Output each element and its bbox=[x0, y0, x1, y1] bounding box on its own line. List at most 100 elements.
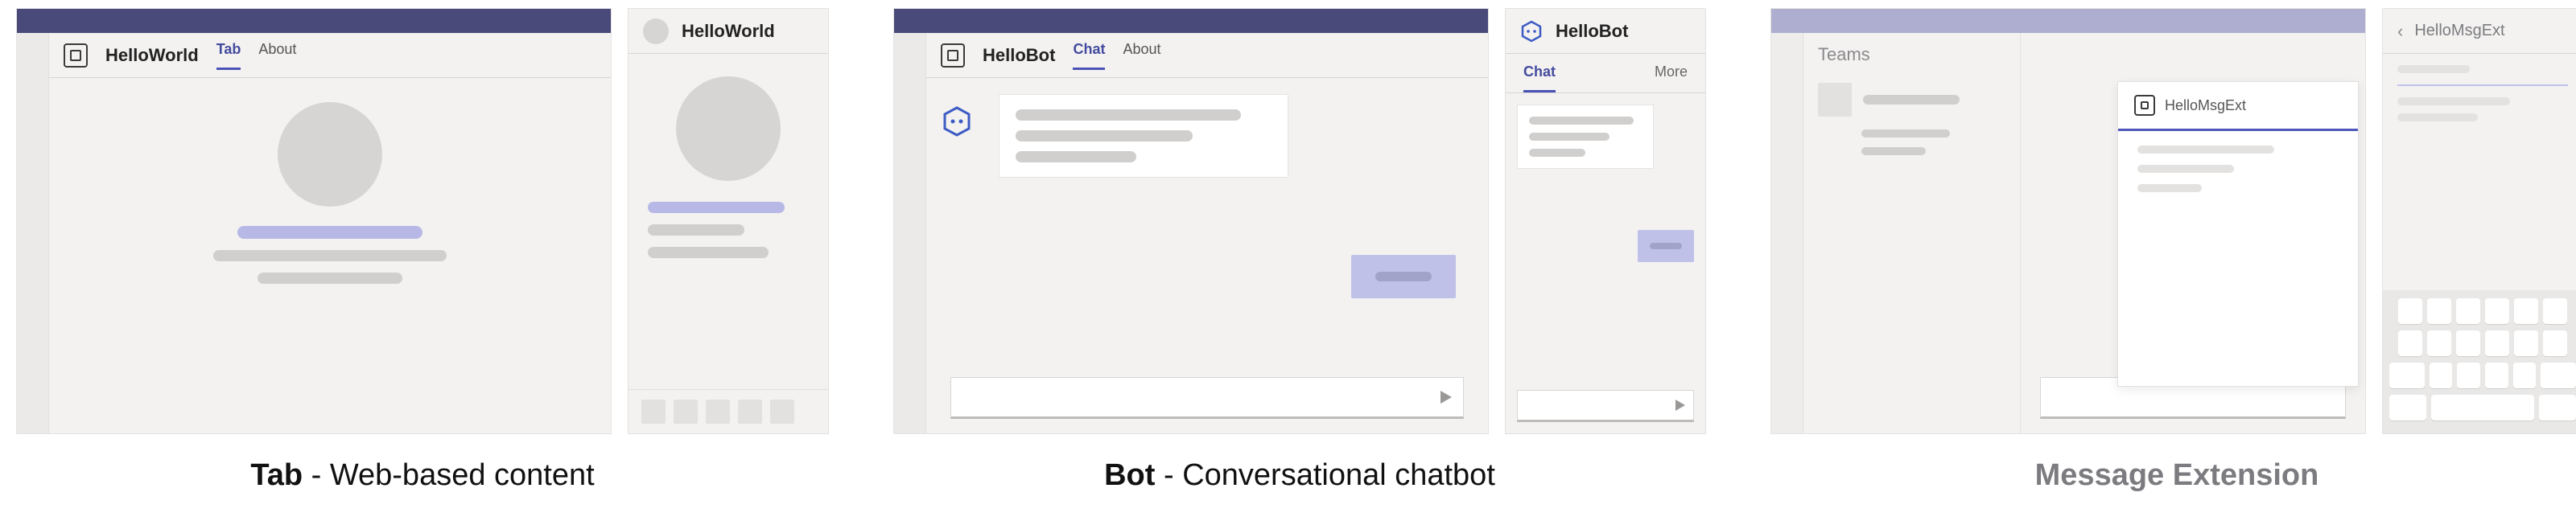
tab-about[interactable]: About bbox=[1123, 41, 1160, 70]
skeleton-line bbox=[1375, 272, 1432, 281]
skeleton-line bbox=[2397, 97, 2510, 105]
nav-tile[interactable] bbox=[738, 400, 762, 424]
content-area: HelloMsgExt bbox=[2021, 33, 2365, 433]
tab-mobile-header: HelloWorld bbox=[629, 9, 828, 54]
caption-rest: - Conversational chatbot bbox=[1155, 458, 1494, 492]
tab-tab[interactable]: Tab bbox=[216, 41, 241, 70]
bot-desktop-window: HelloBot Chat About bbox=[893, 8, 1489, 434]
caption-rest: - Web-based content bbox=[303, 458, 595, 492]
app-rail[interactable] bbox=[17, 33, 49, 433]
key[interactable] bbox=[2427, 330, 2451, 356]
tab-more[interactable]: More bbox=[1655, 54, 1688, 92]
group-tab: HelloWorld Tab About bbox=[16, 8, 829, 493]
skeleton-line bbox=[1529, 133, 1609, 141]
nav-tile[interactable] bbox=[674, 400, 698, 424]
bot-header: HelloBot Chat About bbox=[926, 33, 1488, 78]
tab-strip: Chat About bbox=[1073, 41, 1160, 70]
msgext-mobile-header: ‹ HelloMsgExt bbox=[2383, 9, 2576, 54]
user-message bbox=[1638, 230, 1694, 262]
key[interactable] bbox=[2543, 298, 2567, 324]
skeleton-line bbox=[1016, 130, 1193, 142]
tab-chat[interactable]: Chat bbox=[1523, 54, 1556, 92]
skeleton-line bbox=[648, 247, 769, 258]
key[interactable] bbox=[2543, 330, 2567, 356]
nav-tile[interactable] bbox=[641, 400, 666, 424]
tab-mobile-window: HelloWorld bbox=[628, 8, 829, 434]
spacebar[interactable] bbox=[2431, 395, 2534, 420]
caption-bold: Tab bbox=[250, 458, 303, 492]
key[interactable] bbox=[2430, 363, 2453, 388]
tab-desktop-window: HelloWorld Tab About bbox=[16, 8, 612, 434]
skeleton-line bbox=[2137, 146, 2274, 154]
bot-message bbox=[999, 94, 1288, 178]
skeleton-line bbox=[2137, 165, 2234, 173]
key[interactable] bbox=[2389, 395, 2426, 420]
send-icon[interactable] bbox=[1440, 391, 1452, 404]
key[interactable] bbox=[2485, 298, 2509, 324]
send-icon[interactable] bbox=[1675, 400, 1685, 411]
tab-chat[interactable]: Chat bbox=[1073, 41, 1105, 70]
key[interactable] bbox=[2514, 330, 2538, 356]
skeleton-line bbox=[2397, 113, 2478, 121]
app-name: HelloWorld bbox=[105, 45, 199, 66]
tab-about[interactable]: About bbox=[258, 41, 296, 70]
key[interactable] bbox=[2457, 363, 2480, 388]
app-icon bbox=[941, 43, 965, 68]
app-rail[interactable] bbox=[894, 33, 926, 433]
skeleton-line bbox=[1016, 151, 1136, 162]
skeleton-line bbox=[1863, 95, 1960, 105]
key[interactable] bbox=[2539, 395, 2576, 420]
list-item[interactable] bbox=[1803, 75, 2020, 125]
key[interactable] bbox=[2456, 298, 2480, 324]
key[interactable] bbox=[2485, 330, 2509, 356]
keyboard[interactable] bbox=[2383, 290, 2576, 433]
key[interactable] bbox=[2514, 298, 2538, 324]
tab-content bbox=[49, 78, 611, 433]
skeleton-line bbox=[2397, 65, 2470, 73]
key[interactable] bbox=[2427, 298, 2451, 324]
msgext-mobile-title: HelloMsgExt bbox=[2414, 22, 2504, 40]
app-rail[interactable] bbox=[1771, 33, 1803, 433]
thumbnail-placeholder bbox=[1818, 83, 1852, 117]
back-icon[interactable]: ‹ bbox=[2397, 21, 2403, 42]
key[interactable] bbox=[2485, 363, 2508, 388]
bot-avatar-icon bbox=[1520, 20, 1543, 43]
bot-mobile-title: HelloBot bbox=[1556, 21, 1628, 42]
skeleton-line bbox=[213, 250, 447, 261]
skeleton-line-accent bbox=[237, 226, 422, 239]
teams-sidebar: Teams bbox=[1803, 33, 2021, 433]
compose-box[interactable] bbox=[1517, 390, 1694, 422]
key[interactable] bbox=[2456, 330, 2480, 356]
window-titlebar bbox=[894, 9, 1488, 33]
bot-mobile-window: HelloBot Chat More bbox=[1505, 8, 1706, 434]
divider bbox=[2397, 84, 2568, 86]
key[interactable] bbox=[2398, 298, 2422, 324]
caption-bold: Bot bbox=[1104, 458, 1155, 492]
app-icon bbox=[2134, 95, 2155, 116]
avatar-placeholder bbox=[278, 102, 382, 207]
msgext-desktop-window: Teams bbox=[1770, 8, 2366, 434]
group-bot: HelloBot Chat About bbox=[893, 8, 1706, 493]
nav-tile[interactable] bbox=[706, 400, 730, 424]
key[interactable] bbox=[2398, 330, 2422, 356]
skeleton-line bbox=[648, 224, 744, 236]
skeleton-line bbox=[1529, 149, 1585, 157]
msgext-mobile-window: ‹ HelloMsgExt bbox=[2382, 8, 2576, 434]
key[interactable] bbox=[2541, 363, 2576, 388]
user-message bbox=[1351, 255, 1456, 298]
skeleton-line bbox=[258, 273, 402, 284]
caption-tab: Tab - Web-based content bbox=[250, 458, 594, 493]
tab-header: HelloWorld Tab About bbox=[49, 33, 611, 78]
nav-tile[interactable] bbox=[770, 400, 794, 424]
skeleton-line bbox=[2137, 184, 2202, 192]
tab-strip: Tab About bbox=[216, 41, 297, 70]
compose-box[interactable] bbox=[950, 377, 1464, 419]
sidebar-label: Teams bbox=[1818, 44, 2020, 65]
avatar-placeholder bbox=[643, 18, 669, 44]
skeleton-line bbox=[1861, 147, 1926, 155]
skeleton-line bbox=[1861, 129, 1950, 137]
key[interactable] bbox=[2513, 363, 2537, 388]
key[interactable] bbox=[2389, 363, 2425, 388]
window-titlebar bbox=[1771, 9, 2365, 33]
caption-msgext: Message Extension bbox=[2035, 458, 2319, 493]
